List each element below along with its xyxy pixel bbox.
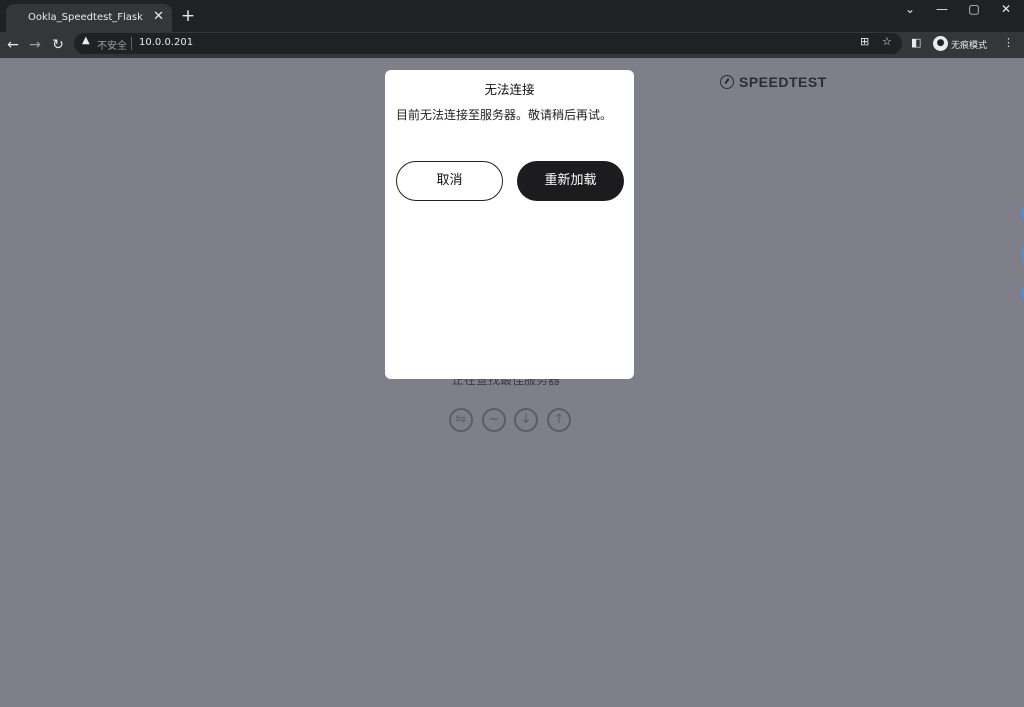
incognito-label: 无痕模式 [951, 41, 988, 51]
dialog-title: 无法连接 [484, 82, 535, 97]
dialog-message: 目前无法连接至服务器。敬请稍后再试。 [396, 108, 613, 122]
side-panel-icon[interactable]: ◧ [911, 36, 921, 49]
page-viewport: SPEEDTEST 正在查找最佳服务器 ⇋ ~ ↓ ↑ 无法连接 目前无法连接至… [0, 58, 1024, 707]
tab-title: Ookla_Speedtest_Flask [28, 12, 143, 23]
tab-search-icon[interactable]: ⌄ [894, 0, 926, 18]
divider [131, 37, 132, 50]
reload-icon[interactable]: ↻ [48, 35, 68, 55]
menu-icon[interactable]: ⋮ [1003, 36, 1014, 49]
close-window-button[interactable]: ✕ [990, 0, 1022, 18]
cancel-button[interactable]: 取消 [396, 161, 503, 201]
logo-text: SPEEDTEST [739, 74, 827, 90]
tab-strip: Ookla_Speedtest_Flask ✕ + ⌄ — ▢ ✕ [0, 0, 1024, 32]
maximize-button[interactable]: ▢ [958, 0, 990, 18]
ping-icon: ⇋ [449, 408, 473, 432]
new-tab-button[interactable]: + [180, 6, 196, 26]
translate-icon[interactable]: ⊞ [860, 35, 869, 48]
jitter-icon: ~ [482, 408, 506, 432]
gauge-icon [720, 75, 734, 89]
download-icon: ↓ [514, 408, 538, 432]
url-text[interactable]: 10.0.0.201 [139, 37, 193, 48]
browser-tab[interactable]: Ookla_Speedtest_Flask ✕ [6, 4, 172, 32]
tab-close-icon[interactable]: ✕ [153, 9, 164, 24]
incognito-badge[interactable]: ● 无痕模式 [931, 35, 993, 53]
speedtest-logo[interactable]: SPEEDTEST [720, 74, 827, 90]
upload-icon: ↑ [547, 408, 571, 432]
bookmark-star-icon[interactable]: ☆ [882, 35, 892, 48]
incognito-icon: ● [933, 36, 948, 51]
reload-button[interactable]: 重新加载 [517, 161, 624, 201]
minimize-button[interactable]: — [926, 0, 958, 18]
forward-icon[interactable]: → [25, 35, 45, 55]
address-bar[interactable]: ▲ 不安全 10.0.0.201 ⊞ ☆ [74, 33, 902, 54]
back-icon[interactable]: ← [3, 35, 23, 55]
warning-icon[interactable]: ▲ [82, 35, 90, 46]
connection-error-dialog: 无法连接 目前无法连接至服务器。敬请稍后再试。 取消 重新加载 [385, 70, 634, 379]
security-label[interactable]: 不安全 [97, 37, 127, 52]
